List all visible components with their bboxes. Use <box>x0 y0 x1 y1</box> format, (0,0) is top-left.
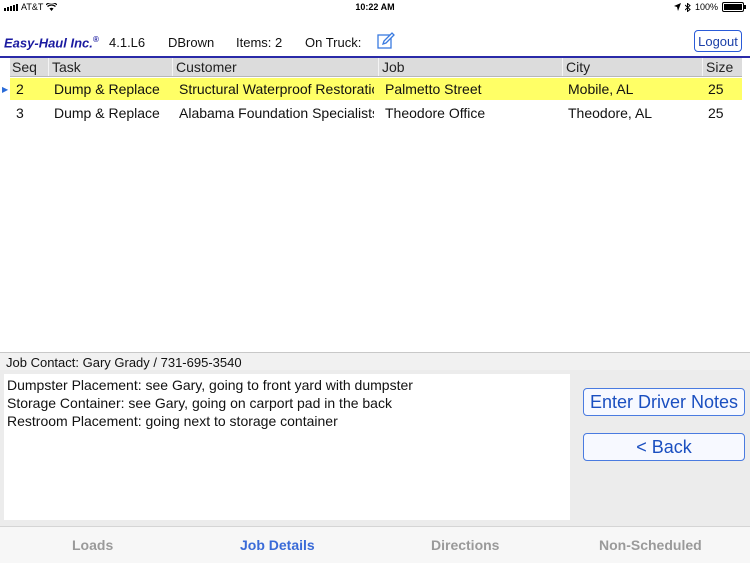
brand-name: Easy-Haul Inc. <box>4 35 93 51</box>
status-bar: AT&T 10:22 AM 100% <box>0 0 750 14</box>
location-icon <box>673 3 681 11</box>
job-notes[interactable]: Dumpster Placement: see Gary, going to f… <box>4 374 570 520</box>
cell-size: 25 <box>708 105 724 121</box>
battery-percent: 100% <box>694 2 718 12</box>
selected-row-arrow-icon: ▶ <box>2 85 9 94</box>
column-header-job[interactable]: Job <box>382 59 405 75</box>
cell-customer: Structural Waterproof Restoration <box>179 81 374 97</box>
brand-mark: ® <box>92 35 99 44</box>
on-truck-label: On Truck: <box>305 35 362 50</box>
column-header-size[interactable]: Size <box>706 59 733 75</box>
column-header-city[interactable]: City <box>566 59 590 75</box>
cell-city: Mobile, AL <box>568 81 634 97</box>
tab-bar: Loads Job Details Directions Non-Schedul… <box>0 526 750 563</box>
cell-size: 25 <box>708 81 724 97</box>
column-header-customer[interactable]: Customer <box>176 59 237 75</box>
job-contact: Job Contact: Gary Grady / 731-695-3540 <box>6 355 242 370</box>
cell-task: Dump & Replace <box>54 105 160 121</box>
user-name: DBrown <box>168 35 215 50</box>
column-header-seq[interactable]: Seq <box>12 59 37 75</box>
items-count: Items: 2 <box>236 35 283 50</box>
table-row[interactable]: 2 Dump & Replace Structural Waterproof R… <box>10 78 742 100</box>
cell-task: Dump & Replace <box>54 81 160 97</box>
status-right: 100% <box>673 2 746 12</box>
job-contact-bar: Job Contact: Gary Grady / 731-695-3540 <box>0 352 750 371</box>
note-line: Storage Container: see Gary, going on ca… <box>7 395 392 411</box>
tab-loads[interactable]: Loads <box>72 537 113 553</box>
brand-logo: Easy-Haul Inc.® <box>4 35 99 50</box>
note-line: Dumpster Placement: see Gary, going to f… <box>7 377 413 393</box>
bluetooth-icon <box>684 2 691 12</box>
edit-icon[interactable] <box>377 32 395 50</box>
app-header: Easy-Haul Inc.® 4.1.L6 DBrown Items: 2 O… <box>0 28 750 58</box>
table-header: Seq Task Customer Job City Size <box>10 58 742 77</box>
cell-job: Theodore Office <box>385 105 486 121</box>
cell-job: Palmetto Street <box>385 81 482 97</box>
tab-non-scheduled[interactable]: Non-Scheduled <box>599 537 702 553</box>
status-time: 10:22 AM <box>355 2 395 12</box>
battery-icon <box>722 2 746 12</box>
column-header-task[interactable]: Task <box>52 59 81 75</box>
cell-customer: Alabama Foundation Specialists <box>179 105 374 121</box>
app-version: 4.1.L6 <box>109 35 146 50</box>
tab-directions[interactable]: Directions <box>431 537 499 553</box>
table-row[interactable]: 3 Dump & Replace Alabama Foundation Spec… <box>10 102 742 124</box>
tab-job-details[interactable]: Job Details <box>240 537 315 553</box>
enter-driver-notes-button[interactable]: Enter Driver Notes <box>583 388 745 416</box>
back-button[interactable]: < Back <box>583 433 745 461</box>
note-line: Restroom Placement: going next to storag… <box>7 413 338 429</box>
cell-seq: 2 <box>16 81 24 97</box>
cell-city: Theodore, AL <box>568 105 653 121</box>
cell-seq: 3 <box>16 105 24 121</box>
logout-button[interactable]: Logout <box>694 30 742 52</box>
